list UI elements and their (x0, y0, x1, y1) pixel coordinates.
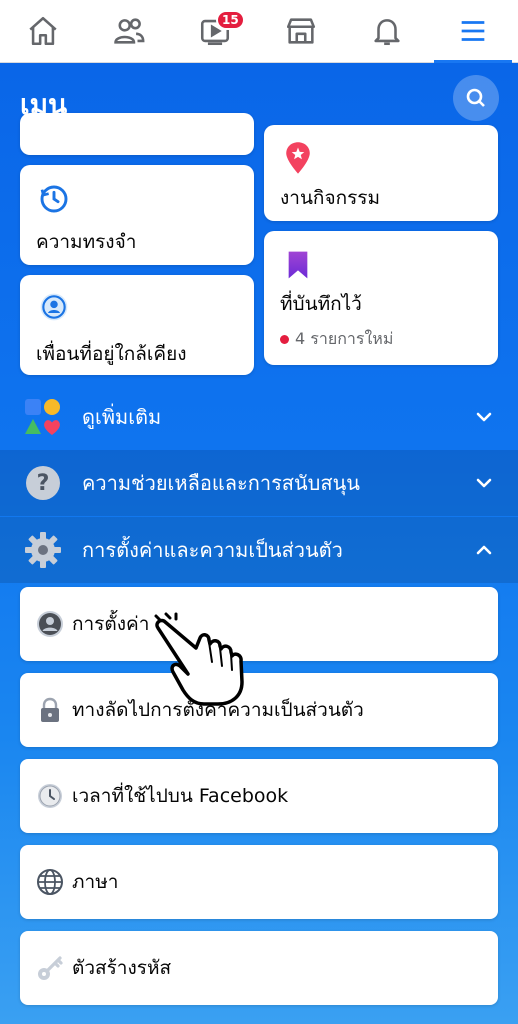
chevron-up-icon (476, 545, 492, 555)
nav-marketplace[interactable] (258, 0, 344, 62)
saved-new-items: 4 รายการใหม่ (280, 327, 393, 352)
clock-icon (38, 784, 62, 808)
settings-item-label: การตั้งค่า (72, 613, 150, 635)
shortcut-saved[interactable]: ที่บันทึกไว้ 4 รายการใหม่ (264, 231, 498, 365)
shortcut-label: ที่บันทึกไว้ (280, 293, 362, 315)
shortcut-label: เพื่อนที่อยู่ใกล้เคียง (36, 343, 187, 365)
lock-icon (41, 697, 59, 722)
marketplace-icon (286, 18, 316, 44)
shortcut-label: งานกิจกรรม (280, 187, 381, 209)
time-on-facebook-label: เวลาที่ใช้ไปบน Facebook (72, 785, 289, 807)
shortcut-nearby-friends[interactable]: เพื่อนที่อยู่ใกล้เคียง (20, 275, 254, 375)
see-more-row[interactable]: ดูเพิ่มเติม (0, 384, 518, 450)
code-generator-label: ตัวสร้างรหัส (72, 957, 172, 979)
notifications-icon (374, 19, 400, 46)
shortcut-memories[interactable]: ความทรงจำ (20, 165, 254, 265)
language-item[interactable]: ภาษา (20, 845, 498, 919)
gear-icon (25, 532, 61, 568)
see-more-label: ดูเพิ่มเติม (82, 405, 162, 429)
nav-watch[interactable] (172, 0, 258, 62)
nearby-friends-icon (40, 293, 68, 321)
settings-privacy-row[interactable]: การตั้งค่าและความเป็นส่วนตัว (0, 517, 518, 583)
menu-icon (461, 21, 485, 41)
language-label: ภาษา (72, 871, 119, 893)
new-dot (280, 335, 289, 344)
memories-icon (40, 185, 68, 213)
nav-menu[interactable] (430, 0, 516, 63)
chevron-down-icon (476, 412, 492, 422)
search-button[interactable] (453, 75, 499, 121)
shortcut-card-partial[interactable] (20, 113, 254, 155)
search-icon (466, 88, 485, 107)
pointing-hand-cursor (154, 612, 244, 706)
watch-badge: 15 (216, 10, 245, 30)
saved-icon (288, 251, 308, 279)
svg-text:?: ? (37, 471, 50, 496)
friends-icon (114, 18, 145, 44)
shortcut-label: ความทรงจำ (36, 231, 137, 253)
time-on-facebook-item[interactable]: เวลาที่ใช้ไปบน Facebook (20, 759, 498, 833)
menu-panel: เมนู ความทรงจำ เพื่อนที่อยู่ใกล้เคียง งา… (0, 63, 518, 1024)
nav-friends[interactable] (86, 0, 172, 62)
shortcut-events[interactable]: งานกิจกรรม (264, 125, 498, 221)
nav-home[interactable] (0, 0, 86, 62)
account-icon (37, 611, 63, 637)
new-items-count: 4 รายการใหม่ (295, 329, 394, 348)
key-icon (38, 956, 63, 980)
home-icon (29, 16, 57, 46)
chevron-down-icon (476, 478, 492, 488)
globe-icon (37, 869, 63, 895)
help-icon: ? (26, 466, 60, 500)
settings-privacy-label: การตั้งค่าและความเป็นส่วนตัว (82, 538, 343, 562)
nav-notifications[interactable] (344, 0, 430, 62)
help-support-row[interactable]: ? ความช่วยเหลือและการสนับสนุน (0, 450, 518, 516)
see-more-icon (25, 399, 60, 435)
help-support-label: ความช่วยเหลือและการสนับสนุน (82, 471, 360, 495)
code-generator-item[interactable]: ตัวสร้างรหัส (20, 931, 498, 1005)
top-navigation: 15 (0, 0, 518, 63)
events-icon (286, 142, 310, 174)
